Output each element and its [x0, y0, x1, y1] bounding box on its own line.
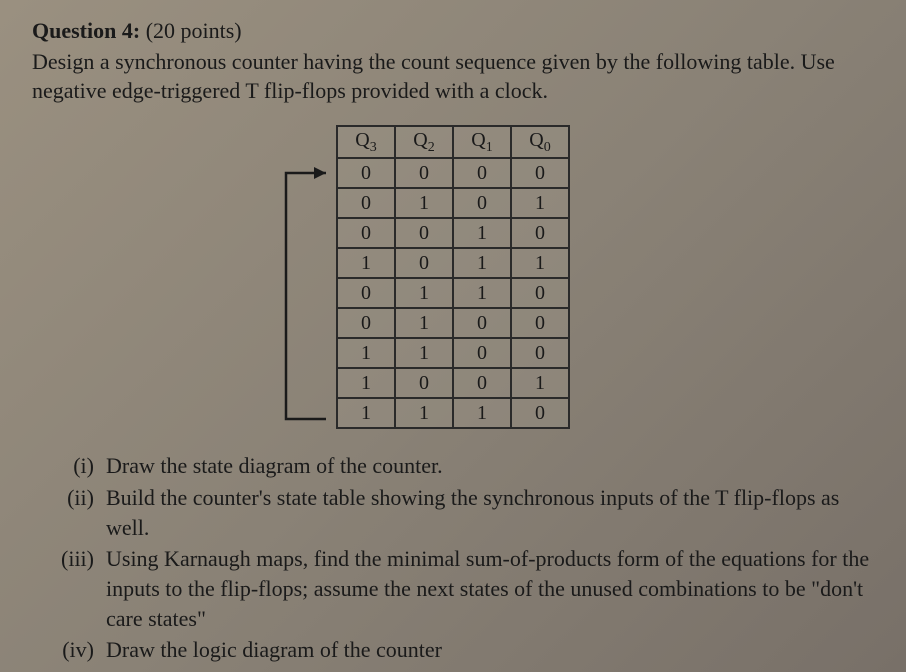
table-cell: 1 [453, 248, 511, 278]
table-cell: 1 [453, 398, 511, 428]
table-cell: 0 [511, 218, 569, 248]
question-label: Question 4: [32, 18, 140, 43]
subpart-label: (ii) [56, 483, 106, 542]
table-cell: 1 [337, 338, 395, 368]
subparts-list: (i) Draw the state diagram of the counte… [32, 451, 874, 665]
table-cell: 0 [511, 398, 569, 428]
question-header: Question 4: (20 points) [32, 18, 874, 44]
table-row: 0110 [337, 278, 569, 308]
table-cell: 1 [511, 368, 569, 398]
table-cell: 0 [395, 158, 453, 188]
table-cell: 1 [337, 368, 395, 398]
table-row: 1100 [337, 338, 569, 368]
table-wrapper: Q3 Q2 Q1 Q0 0000010100101011011001001100… [32, 125, 874, 429]
table-row: 0100 [337, 308, 569, 338]
table-cell: 0 [453, 188, 511, 218]
table-container: Q3 Q2 Q1 Q0 0000010100101011011001001100… [336, 125, 570, 429]
subpart-label: (i) [56, 451, 106, 481]
subpart-ii: (ii) Build the counter's state table sho… [56, 483, 874, 542]
table-cell: 0 [511, 278, 569, 308]
table-header-row: Q3 Q2 Q1 Q0 [337, 126, 569, 158]
table-row: 1110 [337, 398, 569, 428]
table-cell: 0 [453, 158, 511, 188]
table-cell: 1 [395, 338, 453, 368]
subpart-text: Draw the state diagram of the counter. [106, 451, 874, 481]
loop-arrow-icon [272, 125, 342, 429]
subpart-text: Using Karnaugh maps, find the minimal su… [106, 544, 874, 633]
table-cell: 0 [511, 158, 569, 188]
question-prompt: Design a synchronous counter having the … [32, 48, 874, 105]
question-points: (20 points) [146, 18, 242, 43]
table-cell: 1 [395, 278, 453, 308]
table-cell: 1 [395, 398, 453, 428]
table-row: 0010 [337, 218, 569, 248]
table-row: 0101 [337, 188, 569, 218]
table-cell: 0 [337, 188, 395, 218]
table-cell: 0 [453, 308, 511, 338]
table-cell: 0 [337, 278, 395, 308]
subpart-text: Build the counter's state table showing … [106, 483, 874, 542]
table-cell: 0 [395, 368, 453, 398]
table-cell: 0 [395, 218, 453, 248]
table-cell: 1 [453, 218, 511, 248]
table-cell: 0 [337, 218, 395, 248]
table-cell: 0 [395, 248, 453, 278]
table-cell: 0 [453, 368, 511, 398]
table-cell: 1 [337, 398, 395, 428]
table-body: 000001010010101101100100110010011110 [337, 158, 569, 428]
table-cell: 0 [511, 338, 569, 368]
subpart-i: (i) Draw the state diagram of the counte… [56, 451, 874, 481]
subpart-iv: (iv) Draw the logic diagram of the count… [56, 635, 874, 665]
table-cell: 1 [511, 188, 569, 218]
subpart-label: (iv) [56, 635, 106, 665]
table-row: 0000 [337, 158, 569, 188]
table-cell: 1 [337, 248, 395, 278]
table-row: 1011 [337, 248, 569, 278]
table-cell: 1 [511, 248, 569, 278]
header-q3: Q3 [337, 126, 395, 158]
subpart-text: Draw the logic diagram of the counter [106, 635, 874, 665]
subpart-label: (iii) [56, 544, 106, 633]
header-q2: Q2 [395, 126, 453, 158]
header-q0: Q0 [511, 126, 569, 158]
table-row: 1001 [337, 368, 569, 398]
table-cell: 0 [337, 158, 395, 188]
table-cell: 1 [395, 188, 453, 218]
table-cell: 1 [453, 278, 511, 308]
table-cell: 0 [453, 338, 511, 368]
table-cell: 1 [395, 308, 453, 338]
state-table: Q3 Q2 Q1 Q0 0000010100101011011001001100… [336, 125, 570, 429]
subpart-iii: (iii) Using Karnaugh maps, find the mini… [56, 544, 874, 633]
table-cell: 0 [337, 308, 395, 338]
table-cell: 0 [511, 308, 569, 338]
header-q1: Q1 [453, 126, 511, 158]
